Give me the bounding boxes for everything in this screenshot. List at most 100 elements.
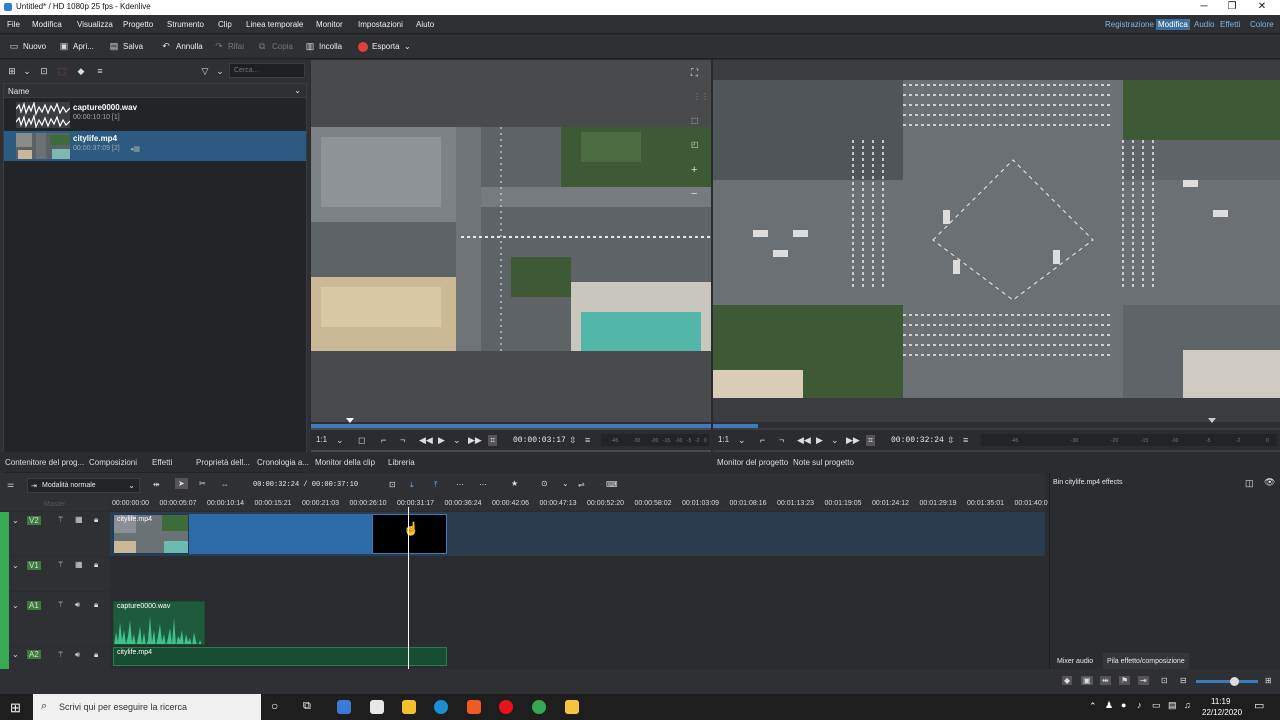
video-film-icon[interactable]: ▦ <box>75 515 83 524</box>
delete-icon[interactable]: ⬚ <box>57 66 67 76</box>
minimize-button[interactable]: ─ <box>1190 1 1218 12</box>
menu-modifica[interactable]: Modifica <box>32 20 62 29</box>
tab-project-notes[interactable]: Note sul progetto <box>793 458 854 467</box>
folder-icon[interactable]: ⊡ <box>39 66 49 76</box>
tab-compositions[interactable]: Composizioni <box>89 458 137 467</box>
task-view-icon[interactable]: ⧉ <box>303 700 311 713</box>
chevron-down-icon[interactable]: ⌄ <box>22 66 32 76</box>
edge-icon[interactable] <box>434 700 448 714</box>
overlay-icon[interactable]: ◰ <box>691 140 699 149</box>
copy-button[interactable]: Copia <box>272 42 293 51</box>
tab-project-bin[interactable]: Contenitore del prog... <box>5 458 84 467</box>
zoom-slider-handle[interactable] <box>1230 677 1239 686</box>
menu-visualizza[interactable]: Visualizza <box>77 20 113 29</box>
new-button[interactable]: Nuovo <box>23 42 46 51</box>
crop-icon[interactable]: ⌗ <box>866 435 876 446</box>
record-icon[interactable]: ● <box>1121 700 1126 710</box>
extract-icon[interactable]: ⋯ <box>479 480 487 489</box>
undo-button[interactable]: Annulla <box>176 42 203 51</box>
tag-icon[interactable]: ◆ <box>76 66 86 76</box>
cortana-icon[interactable]: ○ <box>271 699 278 713</box>
zoom-slider[interactable] <box>1196 677 1258 686</box>
bin-item-video[interactable]: citylife.mp4 00:00:37:09 [2] ◂▦ <box>4 131 306 161</box>
clip-timecode[interactable]: 00:00:03:17 <box>513 436 566 445</box>
tab-project-monitor[interactable]: Monitor del progetto <box>717 458 788 467</box>
lock-icon[interactable]: 🔒︎ <box>94 650 98 660</box>
set-out-icon[interactable]: ¬ <box>400 435 405 445</box>
battery-icon[interactable]: ▭ <box>1152 700 1161 711</box>
tab-clip-monitor[interactable]: Monitor della clip <box>315 458 375 467</box>
menu-progetto[interactable]: Progetto <box>123 20 153 29</box>
brave-icon[interactable] <box>467 700 481 714</box>
clip-zoom-select[interactable]: 1:1 <box>316 435 327 444</box>
forward-icon[interactable]: ▶▶ <box>846 435 860 446</box>
menu-monitor[interactable]: Monitor <box>316 20 343 29</box>
insert-icon[interactable]: ⤓ <box>410 480 414 490</box>
workspace-audio[interactable]: Audio <box>1194 20 1214 29</box>
edit-mode-select[interactable]: ⇥ Modalità normale ⌄ <box>27 478 140 493</box>
project-zoom-select[interactable]: 1:1 <box>718 435 729 444</box>
project-timecode[interactable]: 00:00:32:24 <box>891 436 944 445</box>
clock-date[interactable]: 22/12/2020 <box>1202 708 1242 717</box>
snap-icon[interactable]: ⊙ <box>541 479 548 488</box>
menu-clip[interactable]: Clip <box>218 20 232 29</box>
track-name[interactable]: V2 <box>27 516 41 525</box>
favorite-star-icon[interactable]: ★ <box>511 479 518 488</box>
timeline-clip-audio[interactable]: capture0000.wav <box>113 601 205 645</box>
sticky-notes-icon[interactable] <box>402 700 416 714</box>
close-button[interactable]: ✕ <box>1248 1 1276 12</box>
track-name[interactable]: V1 <box>27 561 41 570</box>
open-button[interactable]: Apri... <box>73 42 94 51</box>
tab-audio-mixer[interactable]: Mixer audio <box>1057 658 1093 665</box>
play-chevron-down-icon[interactable]: ⌄ <box>453 435 461 446</box>
track-name[interactable]: A2 <box>27 650 41 659</box>
add-clip-icon[interactable]: ⊞ <box>7 66 17 76</box>
speaker-icon[interactable]: 🔊︎ <box>75 600 80 610</box>
bin-search-input[interactable] <box>229 63 305 78</box>
timeline-ruler[interactable]: 00:00:00:00 00:00:05:07 00:00:10:14 00:00:1… <box>111 497 1048 511</box>
people-icon[interactable]: ♟ <box>1105 700 1113 711</box>
timecode-spin-icon[interactable]: ⇳ <box>569 435 577 446</box>
effects-wand-icon[interactable]: ⚚ <box>57 600 64 609</box>
slip-tool-icon[interactable]: ⇔ <box>221 480 229 489</box>
spacer-tool-icon[interactable]: ⇹ <box>153 480 160 489</box>
collapse-chevron-down-icon[interactable]: ⌄ <box>12 561 19 570</box>
tab-history[interactable]: Cronologia a... <box>257 458 309 467</box>
lock-icon[interactable]: 🔒︎ <box>94 515 98 525</box>
bin-column-header[interactable]: Name ⌄ <box>4 84 306 98</box>
menu-aiuto[interactable]: Aiuto <box>416 20 434 29</box>
fit-zoom-icon[interactable]: ⊡ <box>389 480 396 489</box>
timeline-clip-end[interactable]: ☝ <box>372 514 447 554</box>
stop-icon[interactable]: ◻ <box>358 435 365 446</box>
filter-chevron-down-icon[interactable]: ⌄ <box>215 66 225 76</box>
clock-time[interactable]: 11:19 <box>1211 697 1230 706</box>
project-monitor-video-frame[interactable] <box>713 80 1280 398</box>
opera-icon[interactable] <box>499 700 513 714</box>
eye-icon[interactable]: 👁︎ <box>1264 477 1275 488</box>
mixer-icon[interactable]: ⇌ <box>578 480 585 489</box>
workspace-modifica[interactable]: Modifica <box>1156 19 1190 30</box>
tab-library[interactable]: Libreria <box>388 458 415 467</box>
zoom-in-status-icon[interactable]: ⊞ <box>1265 676 1272 685</box>
filter-icon[interactable]: ▽ <box>200 66 210 76</box>
menu-icon[interactable]: ≡ <box>95 66 105 76</box>
clip-menu-icon[interactable]: ≡ <box>585 435 590 445</box>
forward-icon[interactable]: ▶▶ <box>468 435 482 446</box>
maximize-button[interactable]: ❐ <box>1218 1 1246 12</box>
timeline-clip-v2-body[interactable] <box>189 514 372 554</box>
audio-thumb-icon[interactable]: ⇹ <box>1100 676 1111 685</box>
workspace-registrazione[interactable]: Registrazione <box>1105 20 1154 29</box>
menu-impostazioni[interactable]: Impostazioni <box>358 20 403 29</box>
play-icon[interactable]: ▶ <box>816 435 823 446</box>
thumbnail-icon[interactable]: ▣ <box>1081 676 1093 685</box>
speaker-icon[interactable]: 🔊︎ <box>75 650 80 660</box>
tab-effect-stack[interactable]: Pila effetto/composizione <box>1103 653 1189 669</box>
timeline-clip-audio-a2[interactable]: citylife.mp4 <box>113 647 447 666</box>
timecode-spin-icon[interactable]: ⇳ <box>947 435 955 446</box>
effects-wand-icon[interactable]: ⚚ <box>57 560 64 569</box>
selection-tool-icon[interactable]: ➤ <box>175 478 188 489</box>
zoom-chevron-down-icon[interactable]: ⌄ <box>738 435 746 446</box>
collapse-chevron-down-icon[interactable]: ⌄ <box>12 601 19 610</box>
project-monitor-ruler[interactable] <box>713 418 1280 428</box>
chrome-icon[interactable] <box>532 700 546 714</box>
